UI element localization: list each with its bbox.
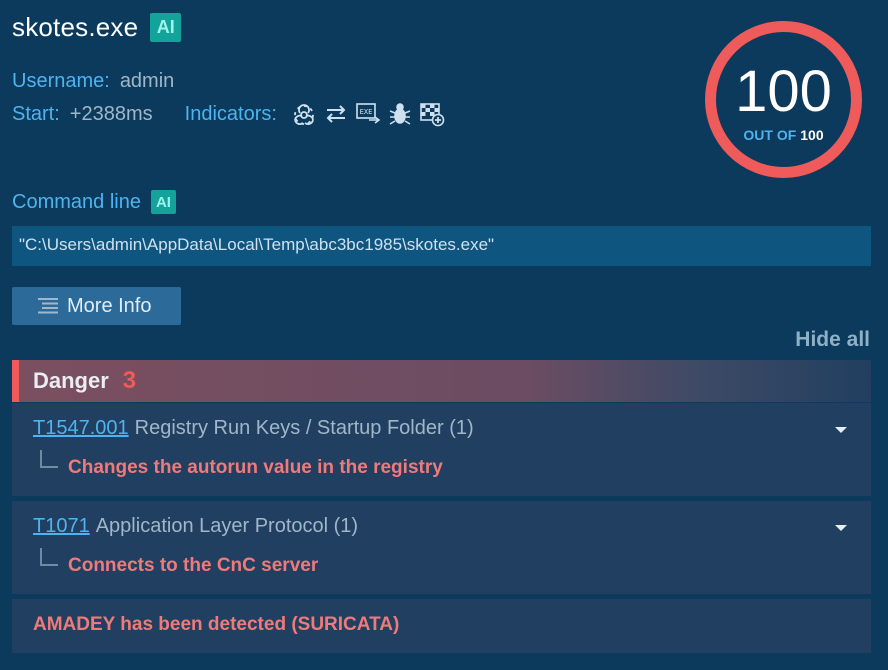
exe-file-icon[interactable]: EXE [355,101,381,127]
chevron-down-icon[interactable] [835,525,847,531]
indicators-label: Indicators: [184,102,277,125]
threat-score-ring: 100 OUT OF 100 [705,21,862,178]
score-value: 100 [735,58,832,124]
danger-label: Danger [33,368,109,393]
ai-badge-command-line[interactable]: AI [150,190,176,214]
process-name: skotes.exe [12,12,139,42]
svg-text:EXE: EXE [360,108,373,116]
danger-description: Connects to the CnC server [68,555,319,576]
score-out-of: OUT OF 100 [743,127,823,143]
start-row: Start: +2388ms Indicators: EXE [12,101,445,127]
checkered-flag-plus-icon[interactable] [419,101,445,127]
username-value: admin [119,70,175,92]
username-label: Username: [12,70,110,92]
danger-section-header[interactable]: Danger 3 [12,360,871,402]
hide-all-link[interactable]: Hide all [795,328,870,352]
technique-name: Registry Run Keys / Startup Folder (1) [134,417,474,439]
more-info-button[interactable]: More Info [12,287,181,325]
network-arrows-icon[interactable] [323,101,349,127]
technique-name: Application Layer Protocol (1) [95,515,359,537]
danger-item[interactable]: T1071 Application Layer Protocol (1) Con… [12,501,871,594]
technique-id-link[interactable]: T1547.001 [33,417,129,440]
indicators-list: EXE [291,101,445,127]
username-row: Username: admin [12,70,174,93]
danger-count: 3 [122,367,137,394]
list-lines-icon [38,298,58,314]
process-title-row: skotes.exe AI [12,12,182,43]
danger-item[interactable]: T1547.001 Registry Run Keys / Startup Fo… [12,403,871,496]
tree-branch-icon [40,548,58,566]
command-line-label: Command line [12,190,141,213]
start-label: Start: [12,102,60,125]
technique-row: T1071 Application Layer Protocol (1) [33,515,358,538]
chevron-down-icon[interactable] [835,427,847,433]
technique-id-link[interactable]: T1071 [33,515,90,538]
technique-row: T1547.001 Registry Run Keys / Startup Fo… [33,417,474,440]
tree-branch-icon [40,450,58,468]
start-value: +2388ms [69,102,153,125]
score-out-of-label: OUT OF [743,126,797,143]
command-line-value[interactable]: "C:\Users\admin\AppData\Local\Temp\abc3b… [12,226,871,266]
danger-description: Changes the autorun value in the registr… [68,457,443,478]
ai-badge-process[interactable]: AI [150,13,182,42]
more-info-label: More Info [67,294,152,317]
biohazard-icon[interactable] [291,101,317,127]
danger-item[interactable]: AMADEY has been detected (SURICATA) [12,599,871,653]
command-line-header: Command line AI [12,190,176,214]
danger-description: AMADEY has been detected (SURICATA) [33,614,400,635]
bug-icon[interactable] [387,101,413,127]
score-max: 100 [800,126,824,143]
